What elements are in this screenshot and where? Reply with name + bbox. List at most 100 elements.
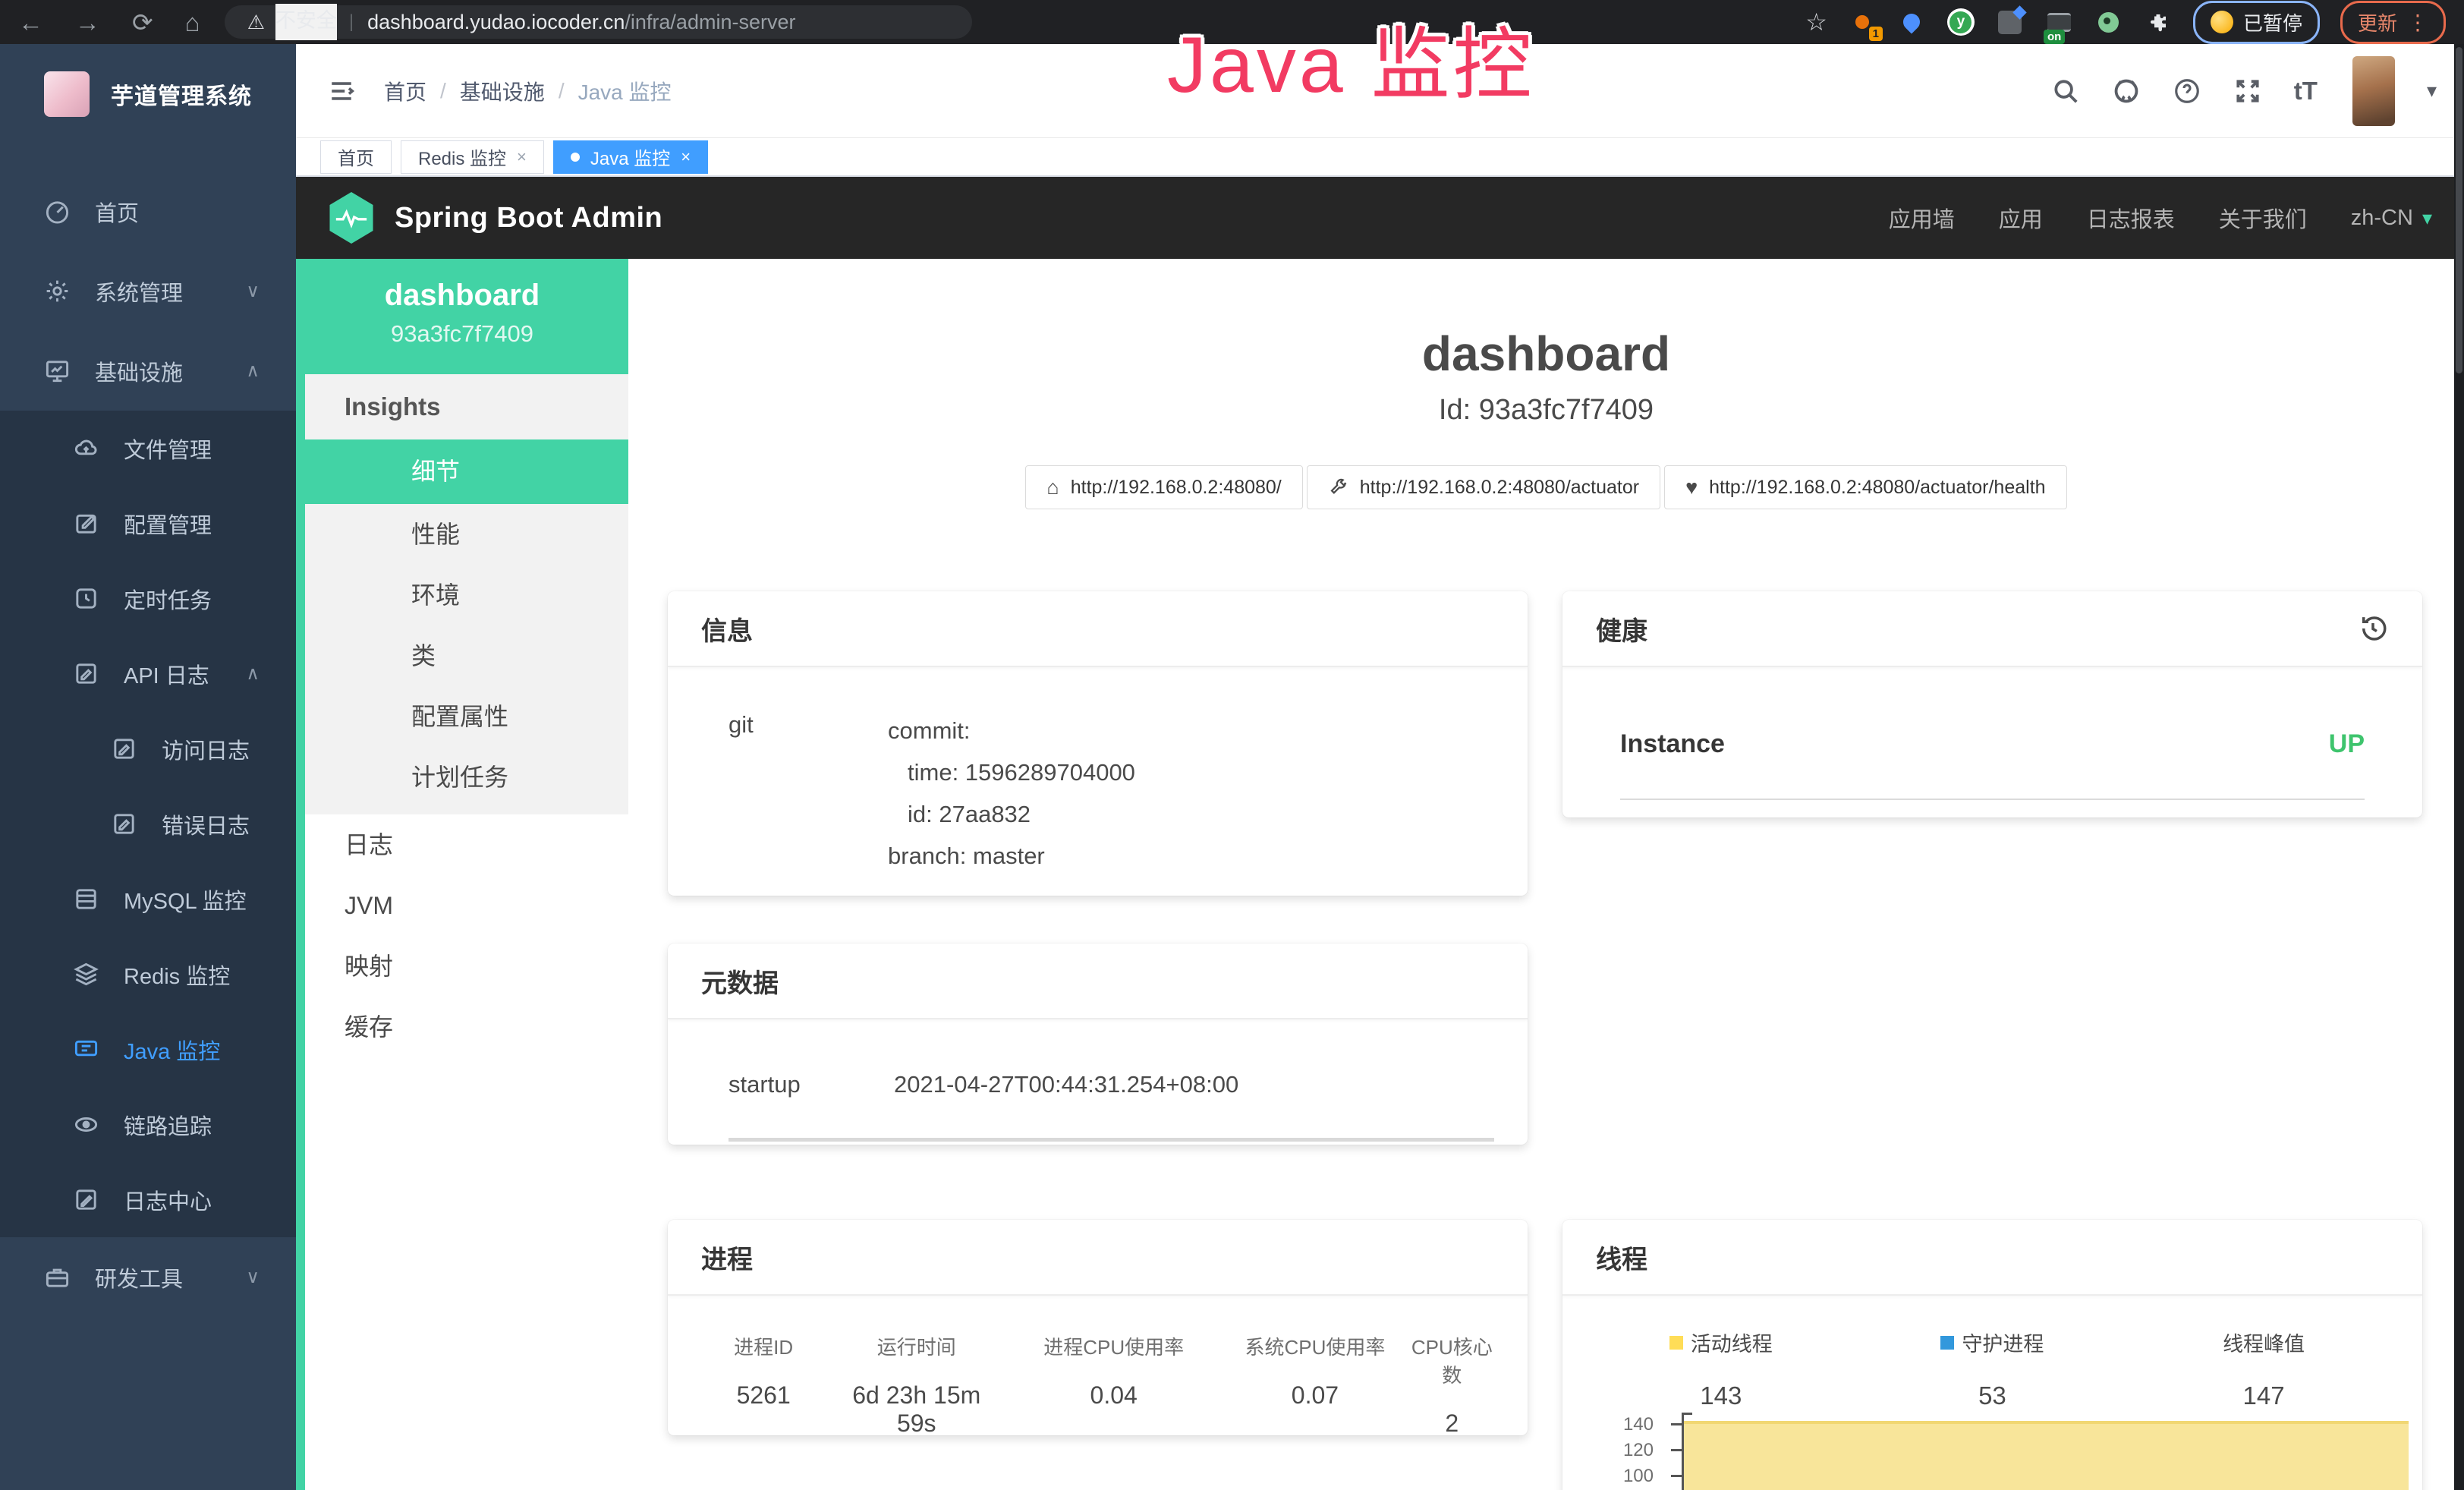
wrench-icon [1328, 477, 1348, 498]
user-menu-caret-icon[interactable]: ▾ [2427, 79, 2437, 102]
browser-toolbar: ← → ⟳ ⌂ ⚠ 不安全 | dashboard.yudao.iocoder.… [0, 0, 2464, 44]
close-icon[interactable]: × [517, 147, 527, 167]
help-question-icon[interactable] [2173, 77, 2201, 106]
browser-update-chip[interactable]: 更新 ⋮ [2340, 1, 2446, 44]
sba-nav-about[interactable]: 关于我们 [2219, 202, 2307, 234]
sidebar-item-redis[interactable]: Redis 监控 [0, 937, 296, 1012]
sidebar-item-java-monitor[interactable]: Java 监控 [0, 1012, 296, 1087]
page-instance-id: Id: 93a3fc7f7409 [628, 394, 2464, 427]
sba-language-select[interactable]: zh-CN ▾ [2351, 206, 2432, 231]
info-row-value: commit: time: 1596289704000 id: 27aa832 … [888, 710, 1135, 877]
search-icon[interactable] [2051, 77, 2080, 106]
sidebar-item-infra[interactable]: 基础设施 ∧ [0, 331, 296, 411]
not-secure-label[interactable]: 不安全 [275, 4, 337, 40]
app-logo[interactable]: 芋道管理系统 [0, 44, 296, 144]
sidebar-item-dev-tools[interactable]: 研发工具 ∨ [0, 1237, 296, 1317]
sba-menu-environment[interactable]: 环境 [296, 565, 628, 625]
github-icon[interactable] [2112, 77, 2141, 106]
service-url-button[interactable]: ⌂ http://192.168.0.2:48080/ [1025, 465, 1302, 509]
sba-insights-section: Insights 细节 性能 环境 类 配置属性 计划任务 [296, 374, 628, 814]
sidebar-item-mysql[interactable]: MySQL 监控 [0, 862, 296, 937]
health-url-button[interactable]: ♥ http://192.168.0.2:48080/actuator/heal… [1664, 465, 2066, 509]
layers-icon [73, 961, 99, 988]
eye-icon [73, 1111, 99, 1138]
sba-menu-caches[interactable]: 缓存 [296, 997, 628, 1057]
extension-pin-icon[interactable] [1897, 8, 1926, 36]
font-size-icon[interactable]: tT [2294, 77, 2318, 106]
list-icon [2047, 13, 2071, 32]
extensions-puzzle-icon[interactable] [2144, 8, 2173, 36]
sidebar-item-tracing[interactable]: 链路追踪 [0, 1087, 296, 1162]
stat-label: 进程CPU使用率 [1001, 1332, 1226, 1360]
tab-home[interactable]: 首页 [320, 140, 392, 174]
chevron-down-icon: ∨ [246, 1266, 260, 1288]
sba-nav-journal[interactable]: 日志报表 [2087, 202, 2175, 234]
sidebar-item-api-log[interactable]: API 日志 ∧ [0, 636, 296, 711]
extension-grid-icon[interactable] [1996, 8, 2025, 36]
extension-switch-icon[interactable]: on [2045, 8, 2074, 36]
stat-label: 运行时间 [832, 1332, 1001, 1360]
actuator-url-button[interactable]: http://192.168.0.2:48080/actuator [1307, 465, 1660, 509]
info-card-title: 信息 [668, 591, 1528, 667]
sba-menu-classes[interactable]: 类 [296, 625, 628, 686]
sidebar-item-config[interactable]: 配置管理 [0, 486, 296, 561]
sidebar-item-files[interactable]: 文件管理 [0, 411, 296, 486]
sba-nav-wallboard[interactable]: 应用墙 [1889, 202, 1955, 234]
bookmark-star-icon[interactable]: ☆ [1805, 8, 1827, 36]
process-card: 进程 进程ID 5261 运行时间 6d 23h 15m 59s [668, 1220, 1528, 1435]
sba-instance-header[interactable]: dashboard 93a3fc7f7409 [296, 259, 628, 374]
tab-redis-monitor[interactable]: Redis 监控 × [401, 140, 544, 174]
close-icon[interactable]: × [681, 147, 691, 167]
sba-logo-icon[interactable] [328, 192, 375, 244]
sidebar-item-jobs[interactable]: 定时任务 [0, 561, 296, 636]
sba-menu-mappings[interactable]: 映射 [296, 936, 628, 997]
sidebar-item-system[interactable]: 系统管理 ∨ [0, 251, 296, 331]
gauge-icon [44, 198, 71, 225]
sidebar-item-label: 系统管理 [95, 276, 183, 307]
paused-extension-chip[interactable]: 已暂停 [2193, 1, 2320, 44]
sba-menu-logs[interactable]: 日志 [296, 814, 628, 875]
orange-ring-icon [1855, 15, 1869, 29]
browser-menu-kebab-icon[interactable]: ⋮ [2407, 10, 2428, 35]
breadcrumb-home[interactable]: 首页 [384, 76, 426, 106]
browser-reload-icon[interactable]: ⟳ [132, 10, 153, 35]
user-avatar[interactable] [2352, 56, 2395, 126]
tab-java-monitor[interactable]: Java 监控 × [553, 140, 708, 174]
legend-peak-threads: 线程峰值 147 [2128, 1328, 2399, 1410]
sidebar-item-log-center[interactable]: 日志中心 [0, 1162, 296, 1237]
sba-menu-metrics[interactable]: 性能 [296, 504, 628, 565]
toolbox-icon [44, 1264, 71, 1290]
browser-home-icon[interactable]: ⌂ [185, 10, 200, 35]
sidebar-item-access-log[interactable]: 访问日志 [0, 711, 296, 786]
sba-menu-config-props[interactable]: 配置属性 [296, 686, 628, 747]
sidebar-item-home[interactable]: 首页 [0, 172, 296, 251]
sba-nav-applications[interactable]: 应用 [1999, 202, 2043, 234]
sidebar-item-label: 访问日志 [162, 733, 250, 765]
sba-header: Spring Boot Admin 应用墙 应用 日志报表 关于我们 zh-CN… [296, 177, 2464, 259]
sba-menu-jvm[interactable]: JVM [296, 875, 628, 936]
legend-value: 147 [2128, 1381, 2399, 1410]
sba-menu-scheduled-tasks[interactable]: 计划任务 [296, 747, 628, 808]
threads-card-title: 线程 [1562, 1220, 2422, 1296]
sidebar-menu: 首页 系统管理 ∨ 基础设施 ∧ [0, 172, 296, 1317]
page-scrollbar[interactable] [2454, 44, 2464, 1490]
sba-body: dashboard 93a3fc7f7409 Insights 细节 性能 环境… [296, 259, 2464, 1490]
chevron-up-icon: ∧ [246, 360, 260, 382]
sidebar-item-error-log[interactable]: 错误日志 [0, 786, 296, 862]
extension-badge-on: on [2044, 30, 2065, 44]
browser-back-icon[interactable]: ← [18, 10, 43, 35]
browser-forward-icon[interactable]: → [75, 10, 100, 35]
hamburger-icon[interactable] [326, 78, 357, 104]
breadcrumb-infra[interactable]: 基础设施 [460, 76, 545, 106]
sba-menu-details[interactable]: 细节 [296, 439, 628, 504]
scrollbar-thumb[interactable] [2456, 47, 2462, 373]
spring-boot-admin: Spring Boot Admin 应用墙 应用 日志报表 关于我们 zh-CN… [296, 177, 2464, 1490]
extension-orange-icon[interactable]: 1 [1848, 8, 1877, 36]
history-icon[interactable] [2357, 613, 2389, 644]
fullscreen-icon[interactable] [2233, 77, 2262, 106]
extension-green-icon[interactable] [2094, 8, 2123, 36]
extension-y-icon[interactable]: y [1946, 8, 1975, 36]
monitor-icon [44, 358, 71, 384]
address-bar[interactable]: ⚠ 不安全 | dashboard.yudao.iocoder.cn/infra… [225, 5, 972, 39]
process-pid-col: 进程ID 5261 [695, 1332, 832, 1435]
